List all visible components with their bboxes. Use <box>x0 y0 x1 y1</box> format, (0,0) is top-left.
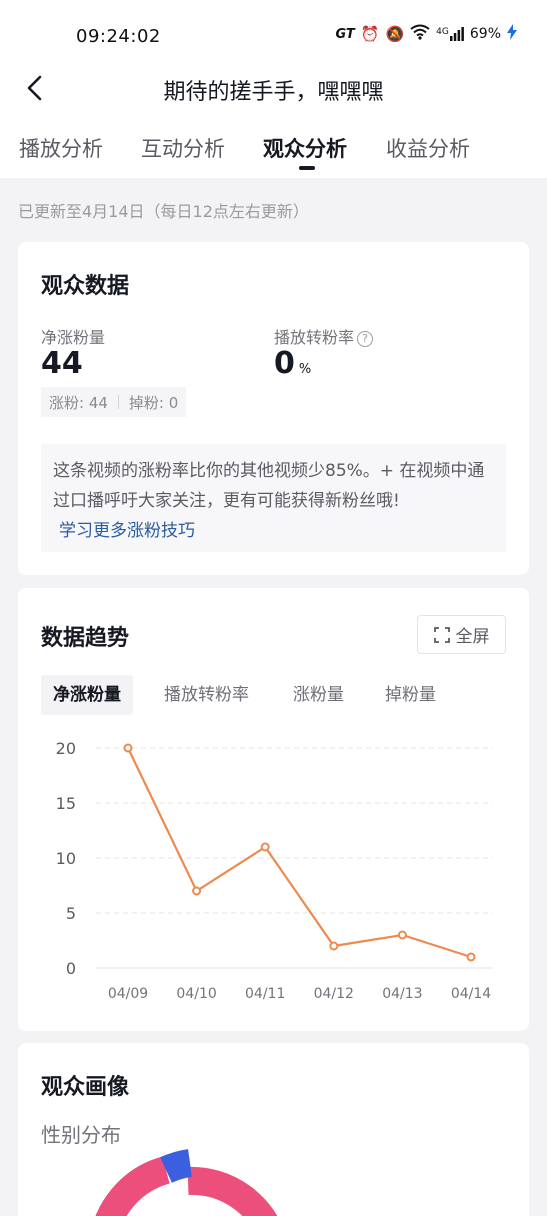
data-trend-card: 数据趋势 全屏 净涨粉量 播放转粉率 涨粉量 掉粉量 0 5 10 15 20 04/09… <box>18 588 529 1031</box>
trend-line-chart: 0 5 10 15 20 04/09 04/10 04/11 04/12 04/13 04/14 <box>56 739 493 1002</box>
data-point[interactable] <box>192 886 202 896</box>
mute-bell-icon: 🔕 <box>385 25 405 43</box>
conversion-rate-label: 播放转粉率? <box>274 324 374 348</box>
chart-tab-conversion-rate[interactable]: 播放转粉率 <box>152 675 261 715</box>
status-time: 09:24:02 <box>76 26 161 47</box>
x-tick-label: 04/14 <box>451 986 491 1002</box>
x-tick-label: 04/13 <box>382 986 422 1002</box>
charging-icon <box>507 24 517 44</box>
page-title: 期待的搓手手，嘿嘿嘿 <box>163 80 384 105</box>
gender-donut-chart <box>95 1149 278 1216</box>
gain-loss-box: 涨粉: 44 掉粉: 0 <box>41 387 187 417</box>
status-icons: GT ⏰ 🔕 4G 69% <box>335 24 517 44</box>
fullscreen-button[interactable]: 全屏 <box>417 615 506 654</box>
conversion-rate-value: 0% <box>274 346 312 381</box>
divider <box>117 395 119 409</box>
donut-segment-female-left <box>95 1156 171 1216</box>
data-point[interactable] <box>397 930 407 940</box>
battery-level: 69% <box>469 26 501 42</box>
tab-revenue-analysis[interactable]: 收益分析 <box>386 133 470 163</box>
update-note: 已更新至4月14日（每日12点左右更新） <box>18 202 309 221</box>
series-line <box>127 747 472 959</box>
signal-icon: 4G <box>436 27 464 41</box>
tip-box: 这条视频的涨粉率比你的其他视频少85%。+ 在视频中通过口播呼吁大家关注，更有可… <box>41 444 506 552</box>
y-tick-label: 5 <box>66 904 76 923</box>
y-tick-label: 10 <box>56 849 76 868</box>
x-tick-label: 04/09 <box>108 986 148 1002</box>
wifi-icon <box>410 24 430 44</box>
y-tick-label: 20 <box>56 739 76 758</box>
data-trend-title: 数据趋势 <box>41 626 130 651</box>
x-tick-label: 04/10 <box>176 986 216 1002</box>
y-tick-label: 0 <box>66 959 76 978</box>
x-tick-label: 04/11 <box>245 986 285 1002</box>
gt-icon: GT <box>335 26 355 42</box>
learn-more-link[interactable]: 学习更多涨粉技巧 <box>59 516 494 546</box>
tab-playback-analysis[interactable]: 播放分析 <box>19 133 103 163</box>
help-icon[interactable]: ? <box>357 331 374 347</box>
donut-segment-female <box>187 1166 278 1216</box>
chart-tab-net-gain[interactable]: 净涨粉量 <box>41 675 133 715</box>
data-point[interactable] <box>466 952 476 962</box>
chart-tab-gain[interactable]: 涨粉量 <box>281 675 356 715</box>
x-tick-label: 04/12 <box>314 986 354 1002</box>
tab-audience-analysis[interactable]: 观众分析 <box>263 133 347 163</box>
fullscreen-icon <box>433 626 450 643</box>
audience-data-title: 观众数据 <box>41 274 130 299</box>
loss-count: 掉粉: 0 <box>128 393 179 412</box>
nav-bar: 期待的搓手手，嘿嘿嘿 <box>0 60 547 116</box>
tab-interaction-analysis[interactable]: 互动分析 <box>141 133 225 163</box>
y-tick-label: 15 <box>56 794 76 813</box>
audience-data-card: 观众数据 净涨粉量 44 播放转粉率? 0% 涨粉: 44 掉粉: 0 这条视频… <box>18 242 529 575</box>
alarm-icon: ⏰ <box>360 25 380 43</box>
donut-segment-male <box>160 1149 193 1183</box>
chart-tab-loss[interactable]: 掉粉量 <box>373 675 448 715</box>
analysis-tabs: 播放分析 互动分析 观众分析 收益分析 <box>0 116 547 178</box>
audience-portrait-card: 观众画像 性别分布 <box>18 1043 529 1216</box>
data-point[interactable] <box>123 743 133 753</box>
net-gain-value: 44 <box>41 346 83 381</box>
gain-count: 涨粉: 44 <box>49 393 108 412</box>
tip-text: 这条视频的涨粉率比你的其他视频少85%。+ 在视频中通过口播呼吁大家关注，更有可… <box>53 461 485 511</box>
net-gain-label: 净涨粉量 <box>41 328 106 347</box>
data-point[interactable] <box>329 941 339 951</box>
data-point[interactable] <box>260 842 270 852</box>
active-tab-indicator <box>299 166 315 170</box>
fullscreen-label: 全屏 <box>455 627 490 647</box>
